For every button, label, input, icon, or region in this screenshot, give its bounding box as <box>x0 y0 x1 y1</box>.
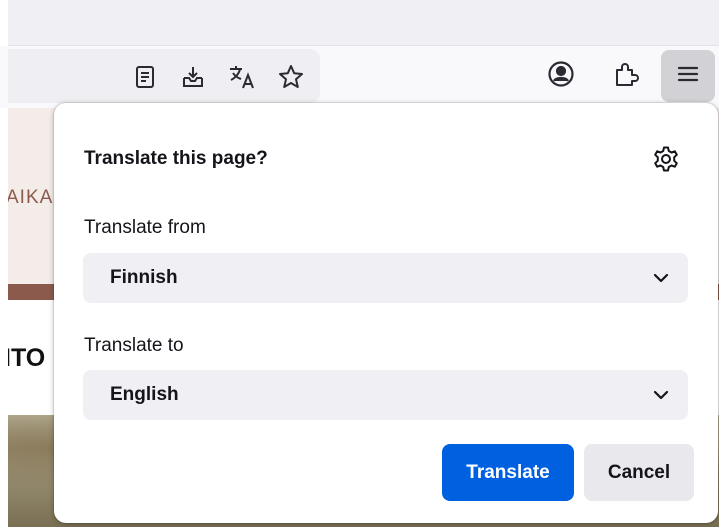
panel-title: Translate this page? <box>84 148 268 169</box>
chevron-down-icon <box>652 269 670 287</box>
translate-to-label: Translate to <box>84 335 184 356</box>
gear-icon <box>652 145 680 178</box>
menu-icon <box>676 64 700 89</box>
translate-to-value: English <box>110 384 179 405</box>
translate-from-label: Translate from <box>84 217 206 238</box>
extensions-icon <box>612 60 640 93</box>
translate-page-panel: Translate this page? Translate from Finn… <box>54 103 718 523</box>
account-icon <box>547 60 575 93</box>
extensions-button[interactable] <box>608 58 644 94</box>
account-button[interactable] <box>543 58 579 94</box>
bookmark-star-icon[interactable] <box>276 62 306 92</box>
navigation-toolbar <box>0 46 719 108</box>
window-edge <box>0 108 8 527</box>
translate-icon[interactable] <box>227 62 257 92</box>
app-menu-button[interactable] <box>661 50 715 102</box>
save-to-pocket-icon[interactable] <box>178 62 208 92</box>
reader-view-icon[interactable] <box>130 62 160 92</box>
translate-button[interactable]: Translate <box>442 444 574 501</box>
tab-strip <box>0 0 719 46</box>
translate-to-select[interactable]: English <box>83 370 688 420</box>
page-heading-text: ITO <box>4 344 46 372</box>
translate-from-value: Finnish <box>110 267 178 288</box>
chevron-down-icon <box>652 386 670 404</box>
translate-from-select[interactable]: Finnish <box>83 253 688 303</box>
cancel-button[interactable]: Cancel <box>584 444 694 501</box>
page-nav-text[interactable]: AIKA <box>6 187 53 209</box>
settings-button[interactable] <box>648 143 684 179</box>
window-edge <box>0 0 8 46</box>
url-bar[interactable] <box>8 49 320 103</box>
